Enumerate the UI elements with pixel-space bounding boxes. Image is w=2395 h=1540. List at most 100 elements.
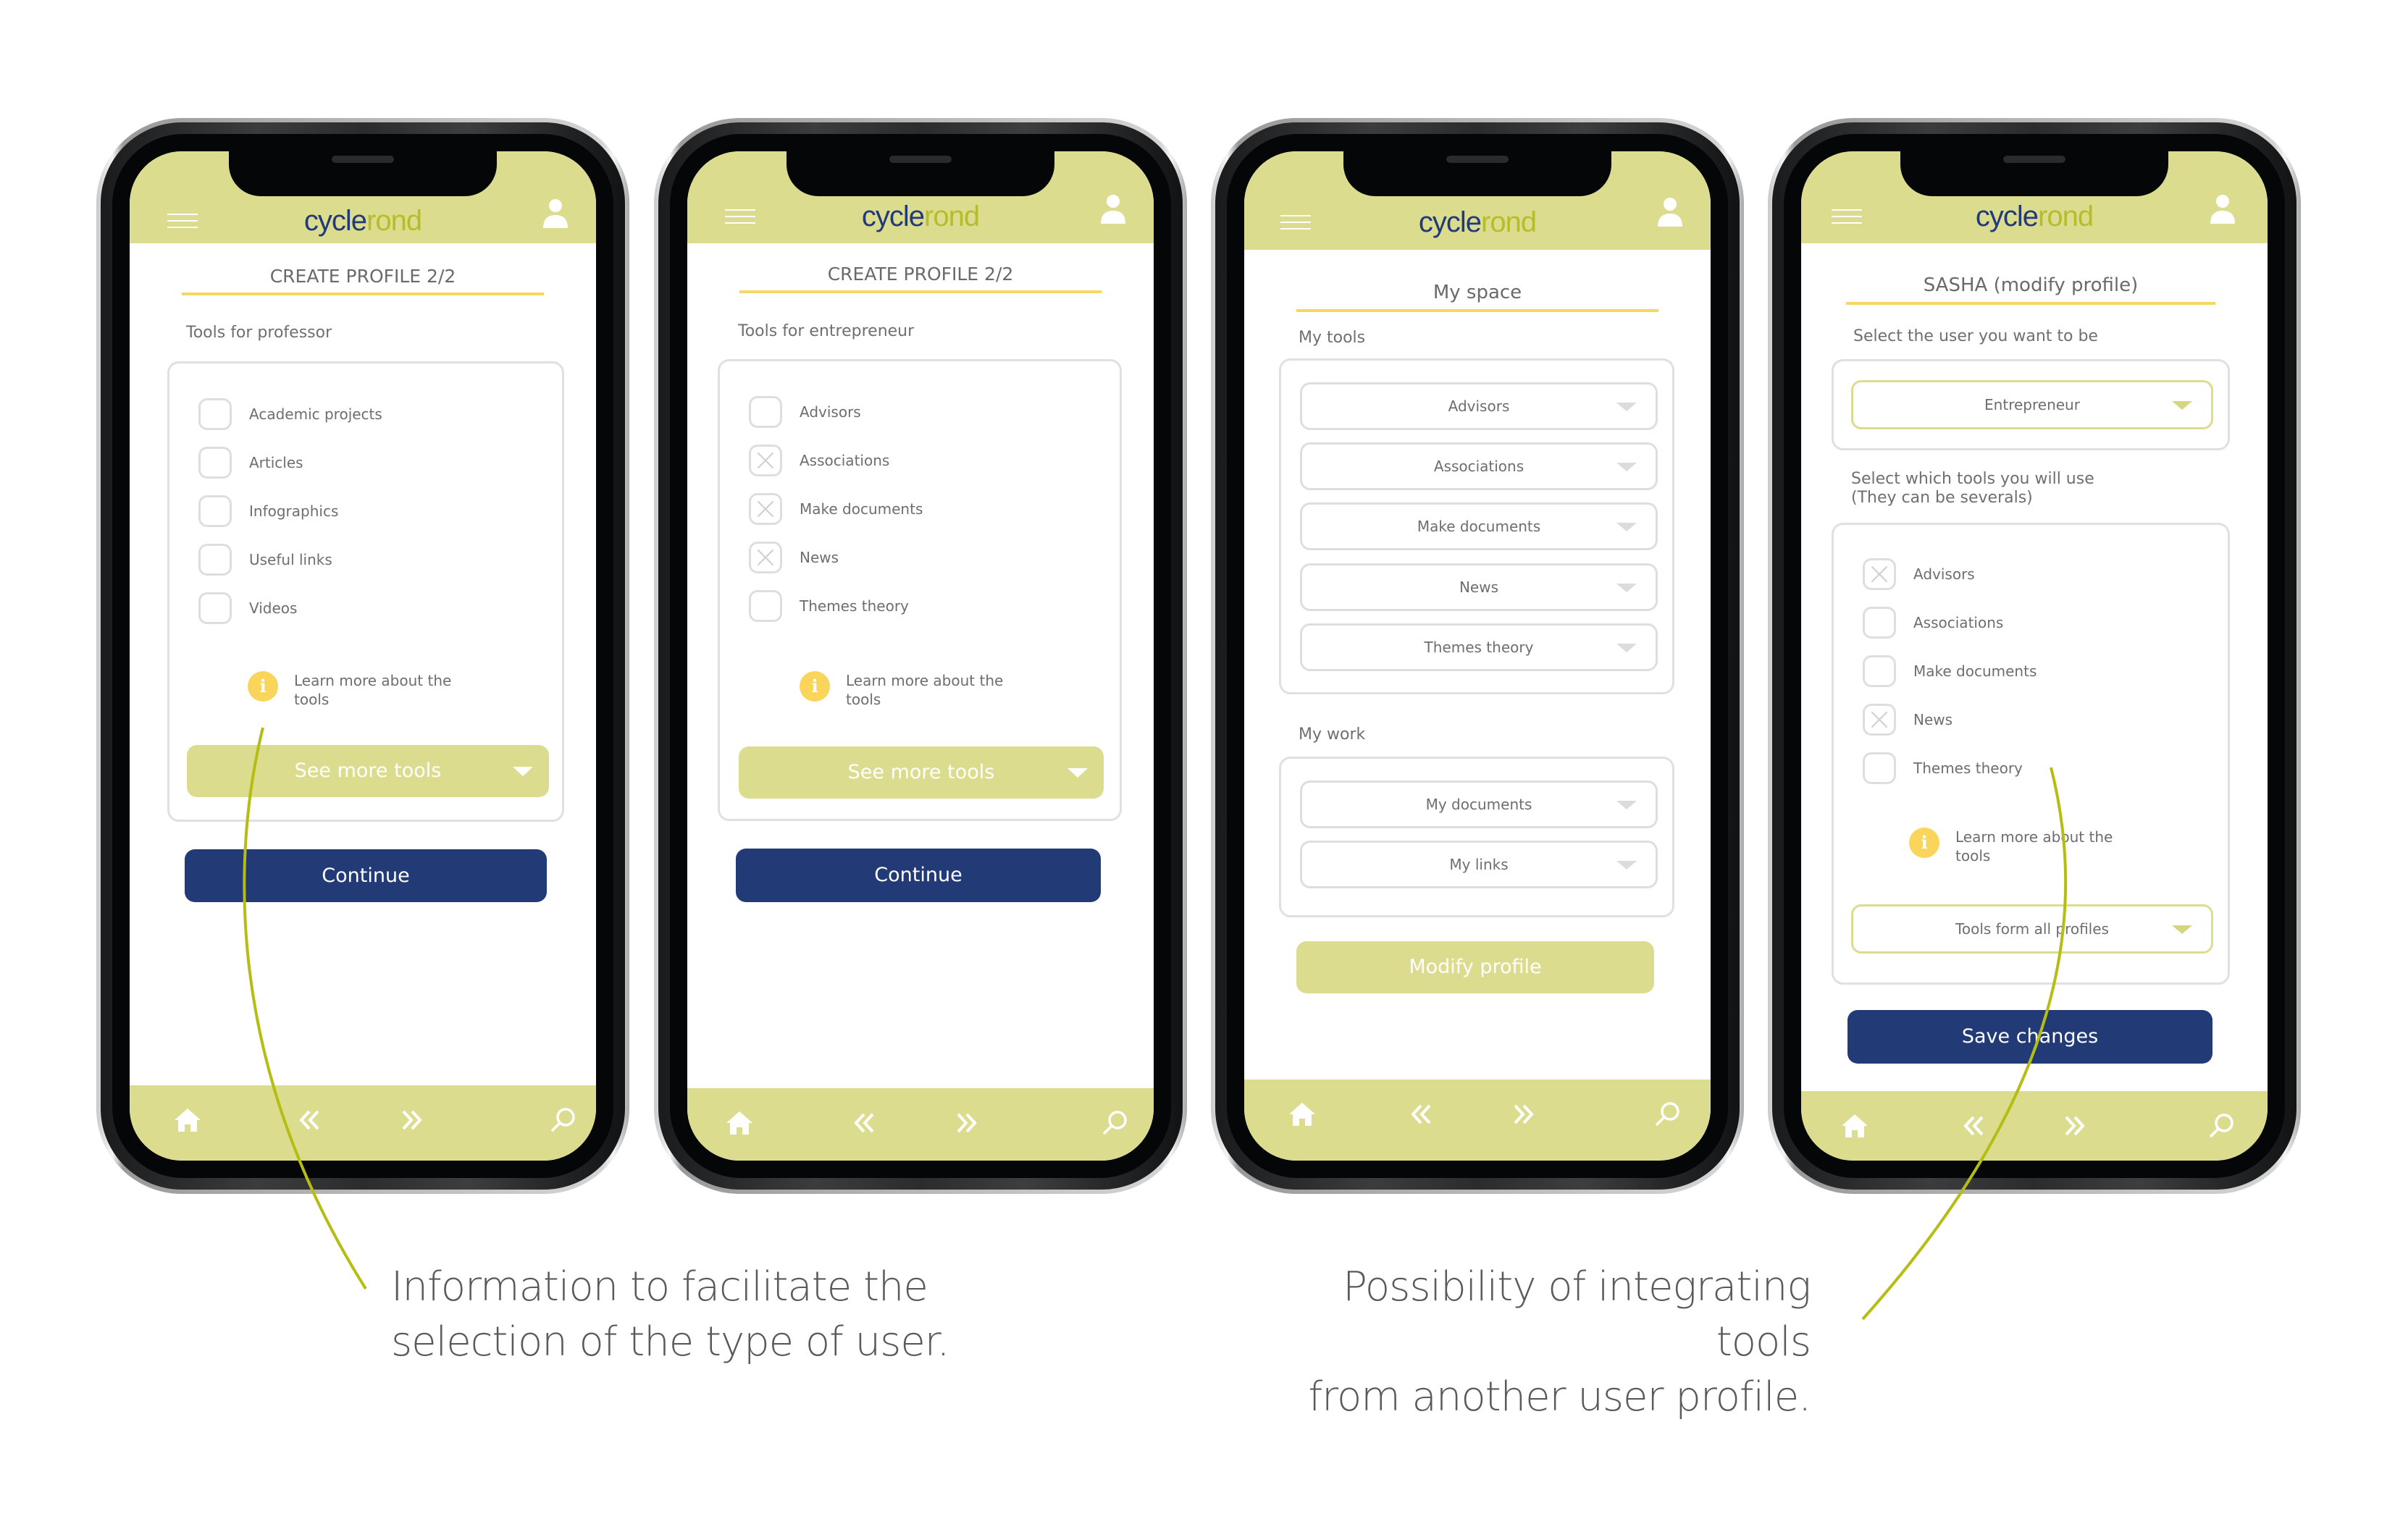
tool-label: Associations [800,452,890,469]
learn-more-link[interactable]: i Learn more about the tools [800,671,1005,709]
tool-label: Advisors [800,403,861,421]
see-more-tools-button[interactable]: See more tools [739,746,1104,799]
chevron-down-icon [513,767,533,776]
checkbox-checked[interactable] [749,493,782,525]
phone-notch [229,151,497,196]
continue-button[interactable]: Continue [185,849,547,902]
logo-rond: rond [2038,201,2094,232]
checkbox[interactable] [198,592,232,624]
learn-more-link[interactable]: i Learn more about the tools [248,671,453,709]
search-icon[interactable] [545,1103,580,1137]
chevron-down-icon [1616,644,1637,652]
checkbox-checked[interactable] [749,542,782,573]
select-user-label: Select the user you want to be [1853,327,2098,345]
work-dropdown[interactable]: My links [1300,841,1658,888]
info-icon[interactable]: i [800,671,830,702]
double-chevron-right-icon[interactable] [1505,1097,1540,1132]
checkbox[interactable] [198,447,232,479]
checkbox[interactable] [1863,655,1896,687]
double-chevron-right-icon[interactable] [2056,1108,2091,1143]
tool-dropdown[interactable]: Themes theory [1300,623,1658,671]
double-chevron-left-icon[interactable] [1958,1108,1992,1143]
tool-option[interactable]: Advisors [749,394,861,430]
learn-more-text[interactable]: Learn more about the tools [846,671,1005,709]
tool-option[interactable]: Associations [1863,605,2003,641]
logo: cyclerond [1244,205,1711,240]
tool-option[interactable]: Themes theory [749,588,909,624]
double-chevron-left-icon[interactable] [1405,1097,1440,1132]
home-icon[interactable] [170,1103,205,1137]
dropdown-label: Advisors [1448,397,1510,415]
user-icon[interactable] [1657,196,1683,227]
continue-button[interactable]: Continue [736,849,1101,902]
double-chevron-right-icon[interactable] [948,1106,983,1140]
work-dropdown[interactable]: My documents [1300,780,1658,828]
learn-more-link[interactable]: i Learn more about the tools [1909,828,2115,865]
search-icon[interactable] [1097,1106,1132,1140]
checkbox[interactable] [198,544,232,576]
checkbox-checked[interactable] [1863,558,1896,590]
user-icon[interactable] [1100,193,1126,224]
dropdown-label: My documents [1425,796,1532,813]
search-icon[interactable] [2204,1108,2239,1143]
checkbox[interactable] [198,398,232,430]
select-tools-label-line1: Select which tools you will use [1851,470,2094,488]
my-tools-card: Advisors Associations Make documents New… [1279,358,1674,694]
checkbox[interactable] [198,495,232,527]
tool-option[interactable]: Advisors [1863,556,1975,592]
tool-dropdown[interactable]: Advisors [1300,382,1658,430]
tool-option[interactable]: Articles [198,445,303,481]
tool-option[interactable]: Useful links [198,542,332,578]
logo-cycle: cycle [1418,206,1482,238]
checkbox[interactable] [1863,607,1896,639]
page-title: CREATE PROFILE 2/2 [739,264,1102,293]
user-icon[interactable] [2210,193,2236,224]
tool-label: Articles [249,454,303,471]
double-chevron-left-icon[interactable] [293,1103,328,1137]
modify-profile-button[interactable]: Modify profile [1296,941,1654,993]
checkbox[interactable] [1863,752,1896,784]
tool-dropdown[interactable]: Make documents [1300,502,1658,550]
phone-mockup-my-space: cyclerond My space My tools Advisors Ass… [1211,118,1744,1194]
info-icon[interactable]: i [1909,828,1939,858]
save-changes-button[interactable]: Save changes [1847,1010,2212,1064]
user-type-dropdown[interactable]: Entrepreneur [1851,380,2213,429]
tool-dropdown[interactable]: Associations [1300,442,1658,490]
home-icon[interactable] [1285,1097,1320,1132]
select-tools-label-line2: (They can be severals) [1851,489,2033,507]
search-icon[interactable] [1650,1097,1685,1132]
phone-mockup-entrepreneur: cyclerond CREATE PROFILE 2/2 Tools for e… [654,118,1187,1194]
tools-card: Advisors Associations Make documents New… [718,359,1122,821]
tool-option[interactable]: Academic projects [198,396,382,432]
chevron-down-icon [2172,925,2192,934]
tool-option[interactable]: Infographics [198,493,338,529]
tools-card: Advisors Associations Make documents New… [1832,523,2230,985]
tool-option[interactable]: News [1863,702,1953,738]
user-icon[interactable] [542,198,569,228]
home-icon[interactable] [1837,1108,1872,1143]
double-chevron-left-icon[interactable] [848,1106,883,1140]
chevron-down-icon [1068,768,1088,778]
double-chevron-right-icon[interactable] [393,1103,428,1137]
checkbox-checked[interactable] [1863,704,1896,736]
tool-option[interactable]: Videos [198,590,297,626]
learn-more-text[interactable]: Learn more about the tools [1955,828,2115,865]
see-more-tools-button[interactable]: See more tools [187,745,549,797]
tool-option[interactable]: Make documents [749,491,923,527]
tool-option[interactable]: Make documents [1863,653,2037,689]
dropdown-value: Entrepreneur [1984,396,2080,413]
info-icon[interactable]: i [248,671,278,702]
home-icon[interactable] [722,1106,757,1140]
checkbox[interactable] [749,590,782,622]
user-select-card: Entrepreneur [1832,359,2230,450]
tool-option[interactable]: Associations [749,442,889,479]
checkbox-checked[interactable] [749,445,782,476]
tool-option[interactable]: Themes theory [1863,750,2023,786]
phone-screen: cyclerond SASHA (modify profile) Select … [1801,151,2268,1161]
learn-more-text[interactable]: Learn more about the tools [294,671,453,709]
tools-from-all-profiles-dropdown[interactable]: Tools form all profiles [1851,904,2213,954]
speaker-grille [889,156,952,163]
checkbox[interactable] [749,396,782,428]
tool-option[interactable]: News [749,539,839,576]
tool-dropdown[interactable]: News [1300,563,1658,611]
